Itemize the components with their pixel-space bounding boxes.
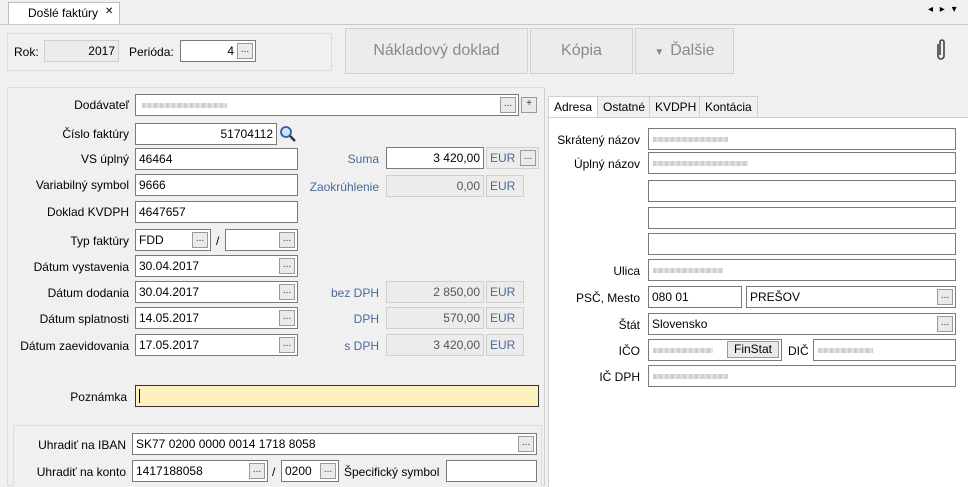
suma-label: Suma <box>347 152 379 166</box>
ic-dph-label: IČ DPH <box>599 370 640 384</box>
typ-separator: / <box>216 234 220 248</box>
s-dph-field: 3 420,00 <box>386 334 484 356</box>
cislo-faktury-label: Číslo faktúry <box>62 127 129 141</box>
s-dph-label: s DPH <box>344 339 379 353</box>
dalsie-button[interactable]: ▼ Ďalšie <box>635 28 734 74</box>
nakladovy-doklad-button[interactable]: Nákladový doklad <box>345 28 528 74</box>
dalsie-label: Ďalšie <box>670 42 715 59</box>
rok-field[interactable]: 2017 <box>44 40 119 62</box>
variabilny-symbol-label: Variabilný symbol <box>35 178 129 192</box>
datum-zaevidovania-field[interactable]: 17.05.2017 <box>135 334 298 356</box>
datum-dodania-field[interactable]: 30.04.2017 <box>135 281 298 303</box>
tab-kontacia[interactable]: Kontácia <box>699 96 758 117</box>
datum-vystavenia-field[interactable]: 30.04.2017 <box>135 255 298 277</box>
document-tab-bar <box>0 0 968 25</box>
mesto-field[interactable]: PREŠOV <box>746 286 956 308</box>
zaokruhlenie-currency: EUR <box>486 175 524 197</box>
uplny-nazov-field-1[interactable] <box>648 152 956 174</box>
rok-label: Rok: <box>14 45 39 59</box>
uplny-nazov-field-2[interactable] <box>648 180 956 202</box>
zaokruhlenie-field: 0,00 <box>386 175 484 197</box>
close-icon[interactable]: ✕ <box>105 6 113 17</box>
poznamka-label: Poznámka <box>70 390 127 404</box>
tab-nav-arrows[interactable]: ◂ ▸ ▾ <box>928 4 959 15</box>
suma-currency-picker-button[interactable]: ... <box>520 150 536 166</box>
doklad-kvdph-label: Doklad KVDPH <box>46 205 129 219</box>
typ-faktury-secondary-picker-button[interactable]: ... <box>279 232 295 248</box>
finstat-button[interactable]: FinStat <box>727 341 779 358</box>
datum-zaevidovania-picker-button[interactable]: ... <box>279 337 295 353</box>
doklad-kvdph-field[interactable]: 4647657 <box>135 201 298 223</box>
suma-field[interactable]: 3 420,00 <box>386 147 484 169</box>
typ-faktury-label: Typ faktúry <box>70 234 129 248</box>
search-icon[interactable] <box>279 125 297 143</box>
konto-picker-button[interactable]: ... <box>249 463 265 479</box>
uplny-nazov-field-4[interactable] <box>648 233 956 255</box>
poznamka-field[interactable] <box>135 385 539 407</box>
konto-separator: / <box>272 465 276 479</box>
konto-label: Uhradiť na konto <box>36 465 126 479</box>
konto-field[interactable]: 1417188058 <box>132 460 268 482</box>
bank-code-picker-button[interactable]: ... <box>320 463 336 479</box>
bez-dph-label: bez DPH <box>330 286 379 300</box>
datum-vystavenia-label: Dátum vystavenia <box>33 260 129 274</box>
mesto-picker-button[interactable]: ... <box>937 289 953 305</box>
dodavatel-label: Dodávateľ <box>74 98 129 112</box>
specificky-symbol-field[interactable] <box>446 460 537 482</box>
zaokruhlenie-label: Zaokrúhlenie <box>309 180 379 194</box>
stat-label: Štát <box>618 318 640 332</box>
psc-mesto-label: PSČ, Mesto <box>575 291 640 305</box>
kopia-button[interactable]: Kópia <box>530 28 633 74</box>
dodavatel-picker-button[interactable]: ... <box>500 97 516 113</box>
typ-faktury-picker-button[interactable]: ... <box>192 232 208 248</box>
datum-splatnosti-label: Dátum splatnosti <box>39 312 129 326</box>
address-tab-strip: Adresa Ostatné KVDPH Kontácia <box>548 96 968 118</box>
dic-field[interactable] <box>813 339 956 361</box>
iban-label: Uhradiť na IBAN <box>38 438 126 452</box>
psc-field[interactable]: 080 01 <box>648 286 742 308</box>
datum-dodania-picker-button[interactable]: ... <box>279 284 295 300</box>
bez-dph-currency: EUR <box>486 281 524 303</box>
uplny-nazov-field-3[interactable] <box>648 207 956 229</box>
vs-uplny-field[interactable]: 46464 <box>135 148 298 170</box>
ico-label: IČO <box>618 344 640 358</box>
document-tab[interactable]: Došlé faktúry ✕ <box>8 2 120 24</box>
chevron-down-icon: ▼ <box>654 47 665 58</box>
tab-adresa[interactable]: Adresa <box>548 96 599 118</box>
stat-picker-button[interactable]: ... <box>937 316 953 332</box>
perioda-picker-button[interactable]: ... <box>237 43 253 59</box>
variabilny-symbol-field[interactable]: 9666 <box>135 174 298 196</box>
dic-label: DIČ <box>788 344 809 358</box>
ulica-label: Ulica <box>613 264 640 278</box>
specificky-symbol-label: Špecifický symbol <box>344 465 440 479</box>
vs-uplny-label: VS úplný <box>80 152 129 166</box>
dph-currency: EUR <box>486 307 524 329</box>
skrateny-nazov-field[interactable] <box>648 128 956 150</box>
tab-ostatne[interactable]: Ostatné <box>597 96 652 117</box>
iban-picker-button[interactable]: ... <box>518 436 534 452</box>
document-tab-label: Došlé faktúry <box>28 6 99 20</box>
stat-field[interactable]: Slovensko <box>648 313 956 335</box>
datum-splatnosti-picker-button[interactable]: ... <box>279 310 295 326</box>
ic-dph-field[interactable] <box>648 365 956 387</box>
skrateny-nazov-label: Skrátený názov <box>557 133 640 147</box>
datum-vystavenia-picker-button[interactable]: ... <box>279 258 295 274</box>
datum-splatnosti-field[interactable]: 14.05.2017 <box>135 307 298 329</box>
bez-dph-field: 2 850,00 <box>386 281 484 303</box>
paperclip-icon[interactable] <box>934 38 948 62</box>
dodavatel-field[interactable] <box>135 94 519 116</box>
dph-label: DPH <box>353 312 379 326</box>
ulica-field[interactable] <box>648 259 956 281</box>
dodavatel-add-button[interactable]: + <box>521 97 537 113</box>
cislo-faktury-field[interactable]: 51704112 <box>135 123 277 145</box>
perioda-label: Perióda: <box>129 45 174 59</box>
s-dph-currency: EUR <box>486 334 524 356</box>
datum-zaevidovania-label: Dátum zaevidovania <box>20 339 129 353</box>
datum-dodania-label: Dátum dodania <box>47 286 129 300</box>
uplny-nazov-label: Úplný názov <box>573 157 640 171</box>
dph-field: 570,00 <box>386 307 484 329</box>
iban-field[interactable]: SK77 0200 0000 0014 1718 8058 <box>132 433 537 455</box>
tab-kvdph[interactable]: KVDPH <box>649 96 703 117</box>
